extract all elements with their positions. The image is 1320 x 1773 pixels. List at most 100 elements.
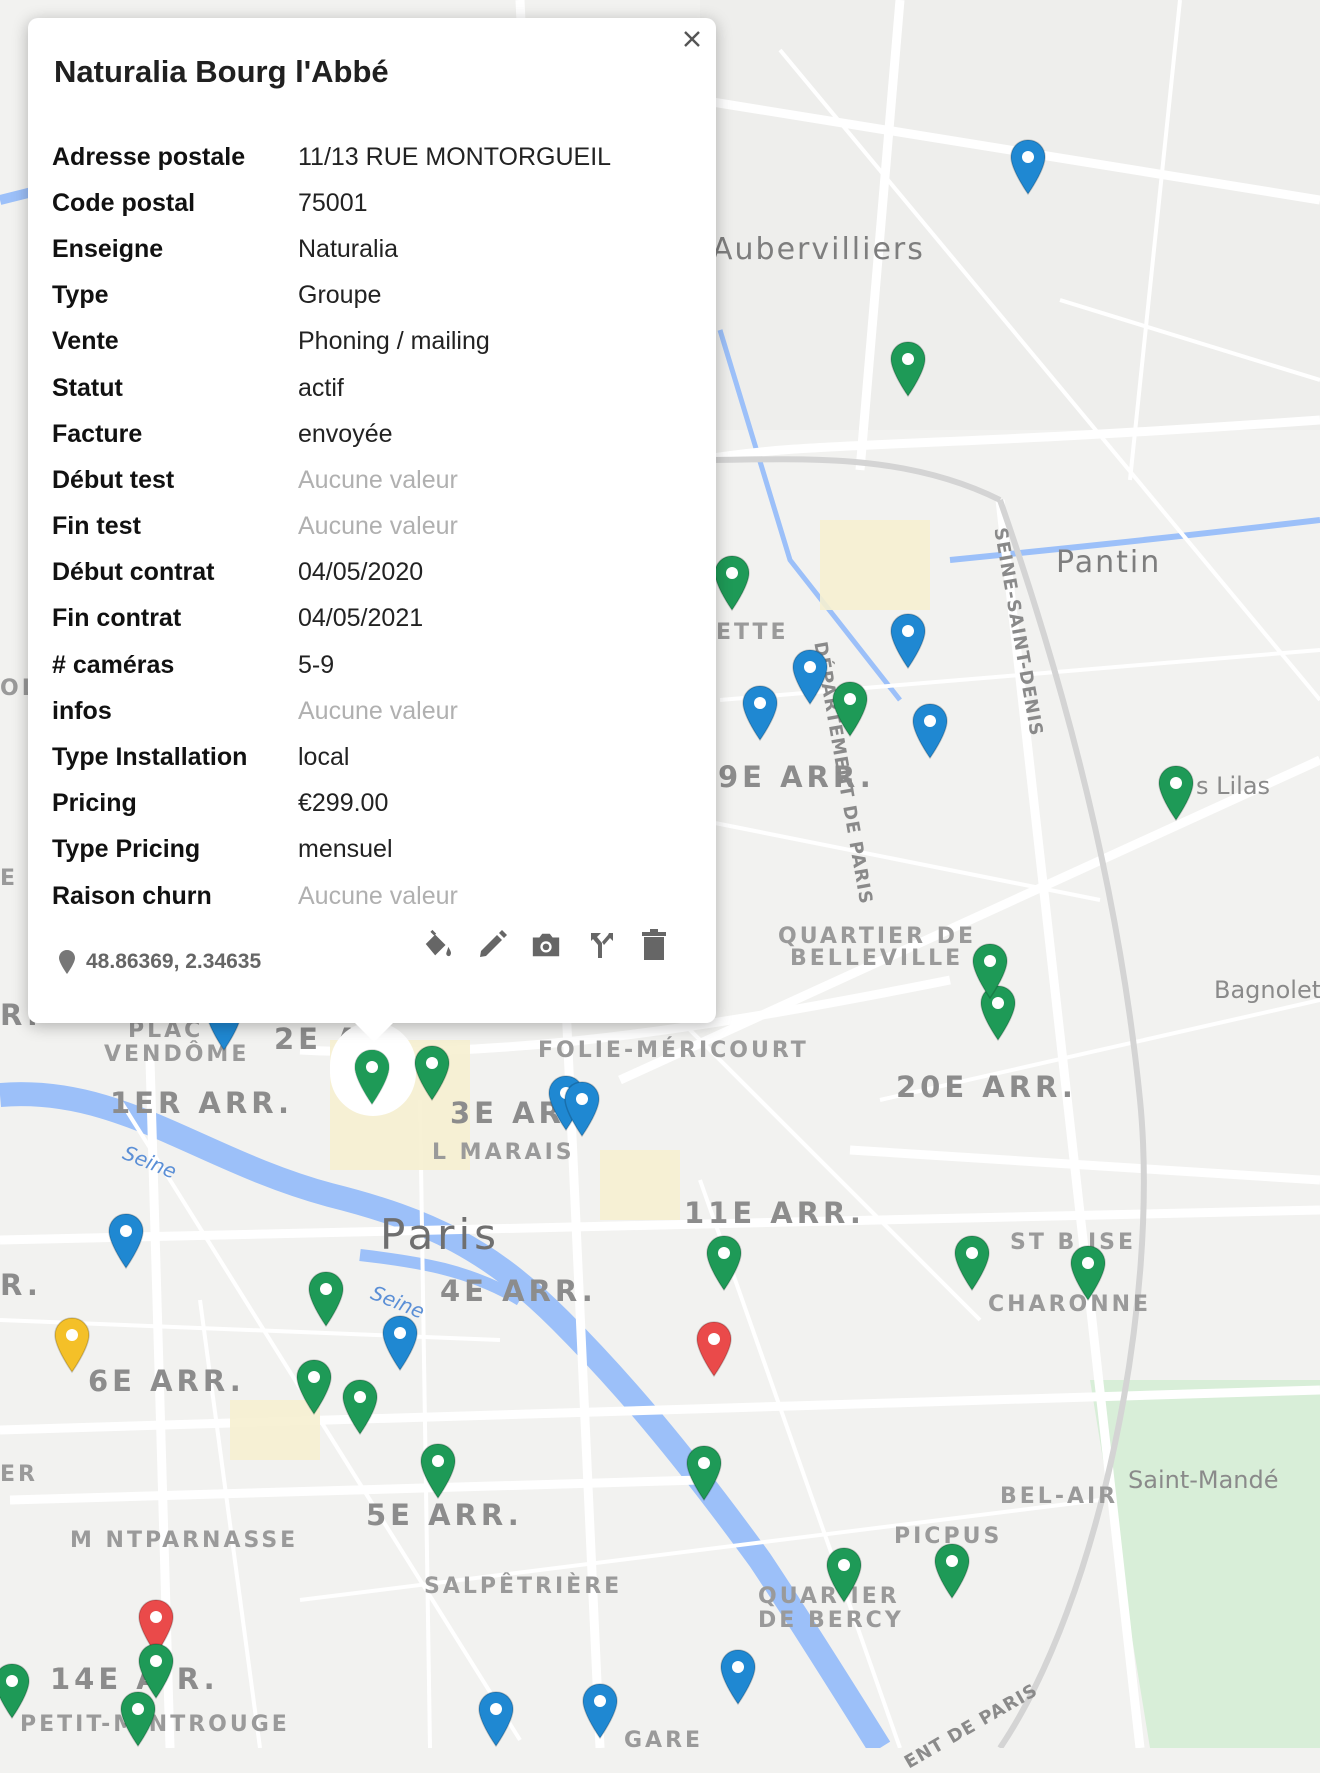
label-saint-mande: Saint-Mandé: [1128, 1466, 1279, 1494]
attribute-value: 75001: [298, 188, 368, 217]
popup-toolbar: [422, 928, 670, 962]
popup-tail: [352, 1020, 396, 1042]
map-marker-green[interactable]: [825, 1546, 863, 1604]
attribute-value: Groupe: [298, 281, 382, 310]
label-de-bercy: DE BERCY: [758, 1608, 904, 1633]
map-marker-green[interactable]: [307, 1270, 345, 1328]
popup-title: Naturalia Bourg l'Abbé: [54, 54, 389, 89]
map-marker-green[interactable]: [119, 1690, 157, 1748]
edit-button[interactable]: [476, 928, 508, 962]
attribute-value: mensuel: [298, 835, 393, 864]
map-marker-green[interactable]: [685, 1444, 723, 1502]
map-marker-blue[interactable]: [741, 684, 779, 742]
label-11e-arr: 11E ARR.: [684, 1196, 865, 1230]
attribute-value: local: [298, 743, 350, 772]
map-marker-green[interactable]: [341, 1378, 379, 1436]
style-button[interactable]: [422, 928, 454, 962]
attribute-value: €299.00: [298, 789, 389, 818]
map-marker-blue[interactable]: [791, 648, 829, 706]
map-marker-blue[interactable]: [889, 612, 927, 670]
attribute-label: Enseigne: [52, 234, 164, 263]
attribute-value: 11/13 RUE MONTORGUEIL: [298, 142, 612, 171]
attribute-value: Phoning / mailing: [298, 327, 490, 356]
attribute-label: Code postal: [52, 188, 196, 217]
map-marker-green[interactable]: [953, 1234, 991, 1292]
photo-button[interactable]: [530, 928, 562, 962]
delete-button[interactable]: [638, 928, 670, 962]
map-marker-green[interactable]: [831, 680, 869, 738]
map-marker-green[interactable]: [713, 554, 751, 612]
attribute-table: Adresse postale 11/13 RUE MONTORGUEIL Code…: [52, 134, 692, 919]
branch-button[interactable]: [584, 928, 616, 962]
label-folie-mericourt: FOLIE-MÉRICOURT: [538, 1038, 809, 1063]
map-marker-green[interactable]: [971, 942, 1009, 1000]
attribute-row: infos Aucune valeur: [52, 688, 692, 734]
map-marker-green[interactable]: [889, 340, 927, 398]
label-montparnasse: M NTPARNASSE: [70, 1528, 299, 1553]
map-marker-green[interactable]: [705, 1234, 743, 1292]
label-6e-arr: 6E ARR.: [88, 1364, 245, 1398]
split-icon: [591, 933, 613, 958]
attribute-label: Début contrat: [52, 558, 215, 587]
paint-bucket-icon: [425, 929, 452, 957]
attribute-label: Pricing: [52, 789, 137, 818]
close-icon: [684, 31, 700, 47]
attribute-value: Aucune valeur: [298, 696, 458, 725]
map-marker-selected[interactable]: [353, 1048, 391, 1106]
map-marker-blue[interactable]: [1009, 138, 1047, 196]
map-marker-green[interactable]: [419, 1442, 457, 1500]
label-edge-arr: R.: [0, 1268, 42, 1302]
attribute-row: Type Pricing mensuel: [52, 827, 692, 873]
map-marker-green[interactable]: [933, 1542, 971, 1600]
map-marker-green[interactable]: [295, 1358, 333, 1416]
map-marker-yellow[interactable]: [53, 1316, 91, 1374]
map-marker-blue[interactable]: [911, 702, 949, 760]
attribute-row: Type Groupe: [52, 273, 692, 319]
label-5e-arr: 5E ARR.: [366, 1498, 523, 1532]
attribute-label: infos: [52, 696, 112, 725]
attribute-value: Aucune valeur: [298, 512, 458, 541]
attribute-label: # caméras: [52, 650, 175, 679]
map-marker-green[interactable]: [0, 1662, 31, 1720]
map-marker-red[interactable]: [695, 1320, 733, 1378]
label-edge-er: ER: [0, 1462, 38, 1487]
attribute-value: 04/05/2020: [298, 558, 424, 587]
map-marker-blue[interactable]: [581, 1682, 619, 1740]
attribute-value: 5-9: [298, 650, 335, 679]
map-marker-blue[interactable]: [719, 1648, 757, 1706]
attribute-row: Enseigne Naturalia: [52, 226, 692, 272]
attribute-row: Fin test Aucune valeur: [52, 504, 692, 550]
attribute-label: Fin contrat: [52, 604, 182, 633]
attribute-value: Aucune valeur: [298, 881, 458, 910]
attribute-label: Fin test: [52, 512, 141, 541]
map-marker-green[interactable]: [413, 1044, 451, 1102]
label-bagnolet: Bagnolet: [1214, 976, 1320, 1004]
attribute-label: Facture: [52, 419, 143, 448]
map-marker-green[interactable]: [1069, 1244, 1107, 1302]
map-marker-blue[interactable]: [381, 1314, 419, 1372]
map-marker-green[interactable]: [1157, 764, 1195, 822]
trash-icon: [642, 929, 666, 960]
label-marais: L MARAIS: [432, 1140, 575, 1165]
coordinates-text: 48.86369, 2.34635: [86, 950, 262, 973]
attribute-value: Naturalia: [298, 234, 399, 263]
map-marker-blue[interactable]: [477, 1690, 515, 1748]
attribute-label: Vente: [52, 327, 119, 356]
attribute-label: Adresse postale: [52, 142, 246, 171]
attribute-row: Raison churn Aucune valeur: [52, 873, 692, 919]
map-marker-blue[interactable]: [107, 1212, 145, 1270]
map-marker-blue[interactable]: [563, 1080, 601, 1138]
attribute-row: Type Installation local: [52, 734, 692, 780]
coordinates: 48.86369, 2.34635: [58, 950, 261, 974]
label-salpetriere: SALPÊTRIÈRE: [424, 1574, 623, 1599]
label-villette: ETTE: [716, 620, 789, 645]
label-20e-arr: 20E ARR.: [896, 1070, 1077, 1104]
label-aubervilliers: Aubervilliers: [712, 232, 925, 267]
label-pantin: Pantin: [1056, 545, 1162, 580]
attribute-row: Début contrat 04/05/2020: [52, 550, 692, 596]
attribute-label: Type Pricing: [52, 835, 201, 864]
attribute-row: Pricing €299.00: [52, 781, 692, 827]
close-button[interactable]: [676, 24, 708, 56]
attribute-label: Type: [52, 281, 109, 310]
pencil-icon: [480, 930, 507, 957]
